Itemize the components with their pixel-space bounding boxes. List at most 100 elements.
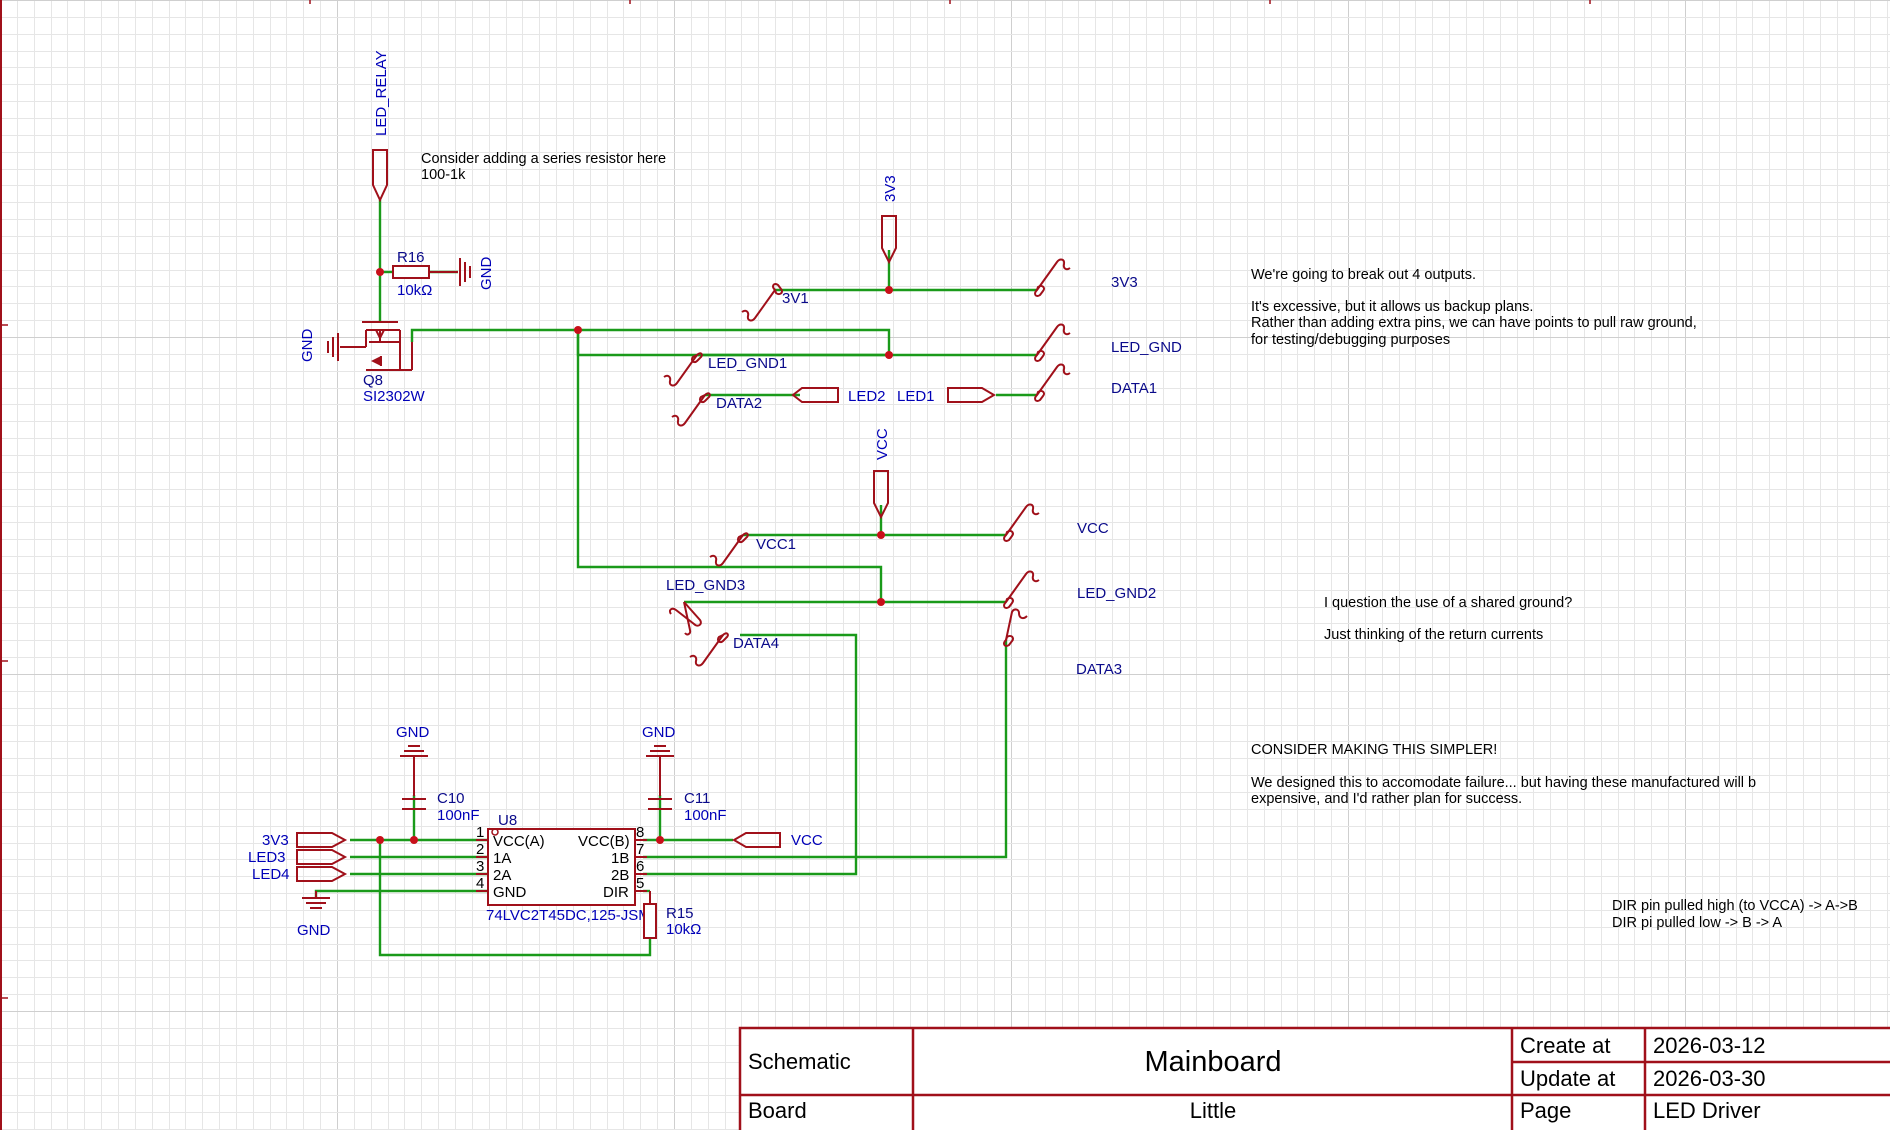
test-point-led-gnd2[interactable]: LED_GND2 — [1003, 570, 1156, 610]
test-point-3v3[interactable]: 3V3 — [1034, 258, 1138, 298]
tb-create-date: 2026-03-12 — [1653, 1033, 1766, 1058]
svg-text:It's excessive, but it allows: It's excessive, but it allows us backup … — [1251, 299, 1533, 315]
svg-text:LED_GND: LED_GND — [1111, 339, 1182, 356]
schematic-canvas[interactable]: LED_RELAY 3V3 VCC LED2 LED1 3V3 LED3 LED… — [0, 0, 1890, 1130]
junction — [376, 268, 384, 276]
svg-text:DATA3: DATA3 — [1076, 661, 1122, 678]
junction — [656, 836, 664, 844]
ic-u8[interactable]: U8 74LVC2T45DC,125-JSM 1 VCC(A) 2 1A 3 2… — [476, 812, 651, 924]
gnd-symbol-c11: GND — [642, 724, 676, 796]
gnd-symbol-c10: GND — [396, 724, 430, 796]
gnd-symbol-u8: GND — [297, 891, 331, 939]
svg-text:VCC(A): VCC(A) — [493, 833, 545, 850]
svg-text:VCC1: VCC1 — [756, 536, 796, 553]
svg-text:Consider adding a series resis: Consider adding a series resistor here — [421, 151, 666, 167]
svg-text:GND: GND — [396, 724, 430, 741]
tb-create-label: Create at — [1520, 1033, 1611, 1058]
tb-update-label: Update at — [1520, 1066, 1615, 1091]
net-port-led1[interactable]: LED1 — [897, 387, 996, 405]
test-point-data3[interactable]: DATA3 — [1003, 608, 1122, 678]
net-port-vcc-u8[interactable]: VCC — [732, 832, 823, 849]
junction — [885, 351, 893, 359]
resistor-r15[interactable]: R15 10kΩ — [643, 891, 701, 939]
svg-text:LED1: LED1 — [897, 388, 935, 405]
svg-text:10kΩ: 10kΩ — [666, 921, 701, 938]
svg-text:DATA1: DATA1 — [1111, 380, 1157, 397]
svg-text:DIR: DIR — [603, 884, 629, 901]
svg-text:GND: GND — [642, 724, 676, 741]
svg-text:C10: C10 — [437, 790, 465, 807]
net-port-led-relay[interactable]: LED_RELAY — [372, 50, 390, 203]
svg-text:I question the use of a shared: I question the use of a shared ground? — [1324, 595, 1572, 611]
title-block: Schematic Mainboard Create at 2026-03-12… — [738, 1026, 1890, 1130]
note-series-resistor: Consider adding a series resistor here 1… — [421, 151, 666, 183]
junction — [574, 326, 582, 334]
svg-text:LED2: LED2 — [848, 388, 886, 405]
svg-text:We're going to break out 4 out: We're going to break out 4 outputs. — [1251, 267, 1476, 283]
junction — [376, 836, 384, 844]
svg-text:74LVC2T45DC,125-JSM: 74LVC2T45DC,125-JSM — [486, 907, 651, 924]
svg-text:1B: 1B — [611, 850, 629, 867]
svg-text:10kΩ: 10kΩ — [397, 282, 432, 299]
svg-text:VCC: VCC — [791, 832, 823, 849]
svg-text:SI2302W: SI2302W — [363, 388, 426, 405]
svg-text:6: 6 — [636, 858, 644, 875]
test-point-led-gnd[interactable]: LED_GND — [1034, 323, 1182, 363]
resistor-r16[interactable]: R16 10kΩ — [392, 249, 432, 299]
svg-text:DIR pi pulled low -> B -> A: DIR pi pulled low -> B -> A — [1612, 915, 1782, 931]
svg-text:VCC(B): VCC(B) — [578, 833, 630, 850]
svg-text:3V3: 3V3 — [1111, 274, 1138, 291]
tb-schematic: Schematic — [748, 1049, 851, 1074]
test-point-data1[interactable]: DATA1 — [1034, 363, 1157, 403]
test-point-data4[interactable]: DATA4 — [689, 632, 779, 667]
svg-text:1A: 1A — [493, 850, 511, 867]
tb-mainboard: Mainboard — [1144, 1046, 1281, 1078]
svg-text:DATA2: DATA2 — [716, 395, 762, 412]
net-port-led4[interactable]: LED4 — [252, 866, 348, 883]
svg-text:LED4: LED4 — [252, 866, 290, 883]
svg-text:LED3: LED3 — [248, 849, 286, 866]
svg-text:2B: 2B — [611, 867, 629, 884]
svg-text:4: 4 — [476, 875, 484, 892]
svg-text:LED_GND2: LED_GND2 — [1077, 585, 1156, 602]
test-point-data2[interactable]: DATA2 — [671, 392, 762, 427]
net-port-led3[interactable]: LED3 — [248, 849, 348, 866]
net-port-3v3-top[interactable]: 3V3 — [881, 175, 899, 265]
svg-text:U8: U8 — [498, 812, 517, 829]
net-port-led2[interactable]: LED2 — [791, 387, 886, 405]
svg-text:LED_GND1: LED_GND1 — [708, 355, 787, 372]
tb-page-label: Page — [1520, 1098, 1571, 1123]
svg-text:expensive, and I'd rather plan: expensive, and I'd rather plan for succe… — [1251, 791, 1522, 807]
svg-text:2: 2 — [476, 841, 484, 858]
svg-text:We designed this to accomodate: We designed this to accomodate failure..… — [1251, 775, 1756, 791]
tb-page-value: LED Driver — [1653, 1098, 1761, 1123]
svg-text:Rather than adding extra pins,: Rather than adding extra pins, we can ha… — [1251, 315, 1697, 331]
gnd-symbol-q8: GND — [299, 329, 366, 363]
test-point-vcc1[interactable]: VCC1 — [709, 532, 796, 567]
junction — [877, 531, 885, 539]
svg-text:LED_RELAY: LED_RELAY — [373, 50, 390, 136]
tb-board-label: Board — [748, 1098, 807, 1123]
junction — [885, 286, 893, 294]
svg-text:C11: C11 — [684, 790, 710, 807]
svg-text:8: 8 — [636, 824, 644, 841]
svg-text:VCC: VCC — [874, 428, 891, 460]
svg-text:Q8: Q8 — [363, 372, 383, 389]
svg-text:DATA4: DATA4 — [733, 635, 779, 652]
svg-text:R15: R15 — [666, 905, 694, 922]
test-point-led-gnd3[interactable]: LED_GND3 — [666, 577, 745, 636]
note-shared-ground: I question the use of a shared ground? J… — [1324, 595, 1572, 643]
tb-update-date: 2026-03-30 — [1653, 1066, 1766, 1091]
junction — [410, 836, 418, 844]
tb-board-value: Little — [1190, 1098, 1236, 1123]
svg-text:GND: GND — [299, 329, 316, 363]
svg-text:GND: GND — [478, 257, 495, 291]
svg-text:1: 1 — [476, 824, 484, 841]
svg-text:3V3: 3V3 — [262, 832, 289, 849]
svg-text:R16: R16 — [397, 249, 425, 266]
grid — [0, 0, 1890, 1130]
svg-text:GND: GND — [493, 884, 527, 901]
svg-text:CONSIDER MAKING THIS SIMPLER!: CONSIDER MAKING THIS SIMPLER! — [1251, 742, 1497, 758]
junction — [877, 598, 885, 606]
svg-text:Just thinking of the return cu: Just thinking of the return currents — [1324, 627, 1543, 643]
